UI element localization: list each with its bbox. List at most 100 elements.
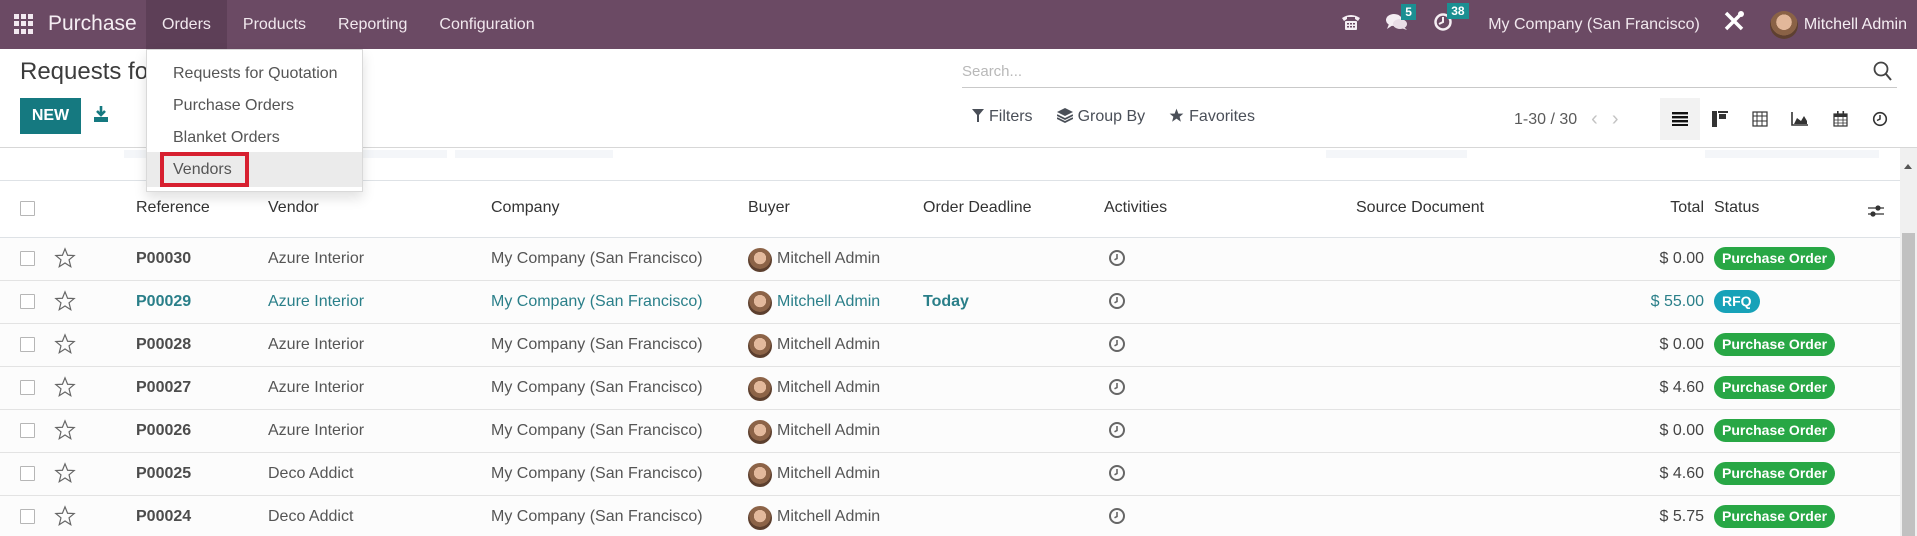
tools-icon[interactable] (1722, 9, 1746, 40)
row-checkbox[interactable] (20, 294, 35, 309)
priority-star-icon[interactable] (54, 462, 76, 484)
reference-cell: P00025 (136, 465, 192, 482)
pager-next-icon[interactable]: › (1612, 108, 1619, 131)
download-icon[interactable] (92, 104, 110, 124)
vendor-cell: Azure Interior (268, 336, 365, 353)
activity-clock-icon[interactable] (1108, 249, 1126, 267)
total-cell: $ 4.60 (1659, 465, 1704, 482)
filters-label: Filters (989, 108, 1033, 125)
app-name[interactable]: Purchase (48, 12, 137, 36)
company-switcher[interactable]: My Company (San Francisco) (1488, 16, 1700, 34)
select-all-checkbox[interactable] (20, 201, 35, 216)
reference-cell: P00027 (136, 379, 192, 396)
orders-dropdown-menu: Requests for Quotation Purchase Orders B… (146, 49, 363, 192)
favorites-button[interactable]: Favorites (1169, 108, 1255, 126)
table-row[interactable]: P00025 Deco Addict My Company (San Francis… (0, 453, 1900, 496)
buyer-avatar (748, 463, 772, 487)
activity-view-icon[interactable] (1860, 98, 1900, 140)
priority-star-icon[interactable] (54, 247, 76, 269)
apps-menu-icon[interactable] (14, 14, 34, 34)
menu-configuration[interactable]: Configuration (423, 0, 550, 49)
menu-item-requests-for-quotation[interactable]: Requests for Quotation (147, 58, 362, 90)
activity-clock-icon[interactable] (1108, 292, 1126, 310)
column-order-deadline[interactable]: Order Deadline (923, 199, 1032, 217)
list-view-icon[interactable] (1660, 98, 1700, 140)
priority-star-icon[interactable] (54, 419, 76, 441)
buyer-cell: Mitchell Admin (777, 508, 881, 525)
column-status[interactable]: Status (1714, 199, 1759, 217)
user-menu[interactable]: Mitchell Admin (1804, 16, 1907, 34)
row-checkbox[interactable] (20, 509, 35, 524)
search-icon[interactable] (1873, 60, 1893, 82)
vendor-cell: Azure Interior (268, 379, 365, 396)
calendar-view-icon[interactable] (1820, 98, 1860, 140)
row-checkbox[interactable] (20, 337, 35, 352)
activity-clock-icon[interactable] (1108, 464, 1126, 482)
column-company[interactable]: Company (491, 199, 559, 217)
priority-star-icon[interactable] (54, 505, 76, 527)
group-by-button[interactable]: Group By (1056, 108, 1145, 126)
activity-clock-icon[interactable] (1108, 378, 1126, 396)
search-input[interactable] (962, 56, 1852, 86)
menu-item-blanket-orders[interactable]: Blanket Orders (147, 122, 362, 154)
kanban-view-icon[interactable] (1700, 98, 1740, 140)
table-row[interactable]: P00030 Azure Interior My Company (San Fran… (0, 238, 1900, 281)
column-source-document[interactable]: Source Document (1356, 199, 1484, 217)
activity-clock-icon[interactable] (1108, 421, 1126, 439)
priority-star-icon[interactable] (54, 290, 76, 312)
buyer-avatar (748, 377, 772, 401)
purchase-list: Reference Vendor Company Buyer Order Dea… (0, 148, 1900, 536)
column-vendor[interactable]: Vendor (268, 199, 319, 217)
table-row[interactable]: P00028 Azure Interior My Company (San Fran… (0, 324, 1900, 367)
table-row[interactable]: P00024 Deco Addict My Company (San Francis… (0, 496, 1900, 536)
pager-value[interactable]: 1-30 / 30 (1514, 111, 1577, 129)
menu-products[interactable]: Products (227, 0, 322, 49)
pager: 1-30 / 30 ‹ › (1514, 108, 1619, 131)
user-avatar[interactable] (1769, 10, 1798, 39)
column-total[interactable]: Total (1670, 199, 1704, 217)
reference-cell: P00028 (136, 336, 192, 353)
pager-previous-icon[interactable]: ‹ (1591, 108, 1598, 131)
table-row[interactable]: P00027 Azure Interior My Company (San Fran… (0, 367, 1900, 410)
menu-reporting[interactable]: Reporting (322, 0, 423, 49)
column-buyer[interactable]: Buyer (748, 199, 790, 217)
menu-item-purchase-orders[interactable]: Purchase Orders (147, 90, 362, 122)
priority-star-icon[interactable] (54, 376, 76, 398)
buyer-avatar (748, 248, 772, 272)
pivot-view-icon[interactable] (1740, 98, 1780, 140)
reference-cell: P00024 (136, 508, 192, 525)
table-row[interactable]: P00029 Azure Interior My Company (San Fran… (0, 281, 1900, 324)
vendors-highlight-box (160, 152, 249, 187)
vendor-cell: Azure Interior (268, 422, 365, 439)
filters-button[interactable]: Filters (972, 108, 1033, 126)
favorites-label: Favorites (1189, 108, 1255, 125)
buyer-avatar (748, 506, 772, 530)
activity-clock-icon[interactable] (1108, 335, 1126, 353)
vertical-scrollbar[interactable] (1900, 148, 1917, 536)
activity-clock-icon[interactable] (1108, 507, 1126, 525)
row-checkbox[interactable] (20, 251, 35, 266)
row-checkbox[interactable] (20, 380, 35, 395)
scrollbar-thumb[interactable] (1902, 233, 1915, 536)
row-checkbox[interactable] (20, 423, 35, 438)
company-cell: My Company (San Francisco) (491, 508, 703, 525)
menu-orders[interactable]: Orders (146, 0, 227, 49)
status-badge: Purchase Order (1714, 333, 1836, 356)
buyer-cell: Mitchell Admin (777, 379, 881, 396)
priority-star-icon[interactable] (54, 333, 76, 355)
page-title: Requests for (20, 58, 157, 85)
new-button[interactable]: NEW (20, 98, 81, 134)
vendor-cell: Deco Addict (268, 465, 354, 482)
row-checkbox[interactable] (20, 466, 35, 481)
optional-columns-icon[interactable] (1867, 203, 1885, 219)
column-reference[interactable]: Reference (136, 199, 210, 217)
chat-icon[interactable]: 5 (1386, 3, 1416, 37)
table-row[interactable]: P00026 Azure Interior My Company (San Fran… (0, 410, 1900, 453)
graph-view-icon[interactable] (1780, 98, 1820, 140)
column-activities[interactable]: Activities (1104, 199, 1167, 217)
scroll-up-icon[interactable] (1904, 164, 1912, 169)
view-switcher (1660, 98, 1900, 140)
clock-icon[interactable]: 38 (1432, 2, 1469, 38)
phone-icon[interactable] (1340, 13, 1362, 37)
layers-icon (1056, 108, 1073, 126)
